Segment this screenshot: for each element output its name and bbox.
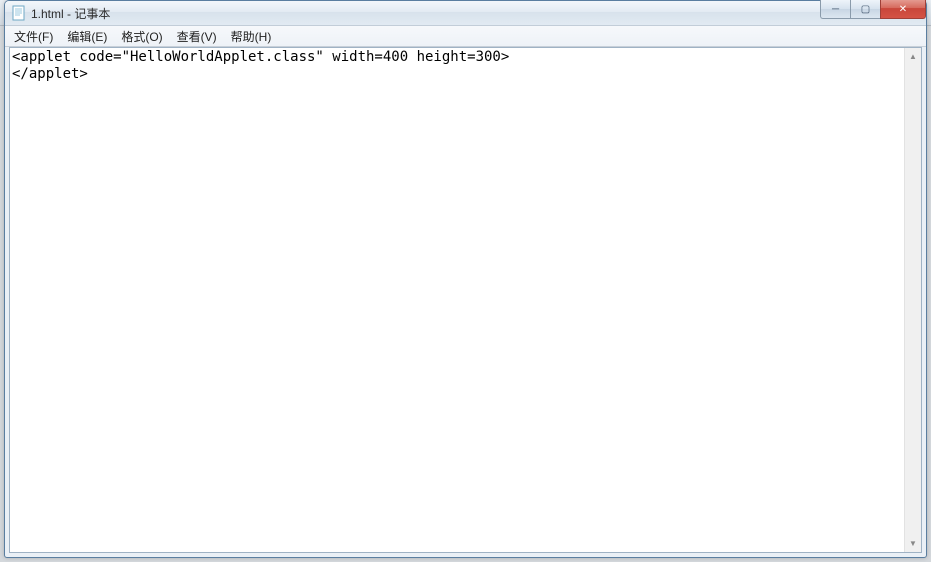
editor-textarea[interactable]: <applet code="HelloWorldApplet.class" wi… <box>10 48 904 552</box>
menubar: 文件(F) 编辑(E) 格式(O) 查看(V) 帮助(H) <box>5 26 926 47</box>
titlebar[interactable]: 1.html - 记事本 ─ ▢ ✕ <box>5 1 926 26</box>
minimize-icon: ─ <box>832 4 839 15</box>
scroll-down-button[interactable]: ▼ <box>905 535 921 552</box>
maximize-icon: ▢ <box>861 4 870 15</box>
menu-help[interactable]: 帮助(H) <box>224 26 279 47</box>
close-icon: ✕ <box>899 4 907 15</box>
maximize-button[interactable]: ▢ <box>850 0 880 19</box>
menu-format[interactable]: 格式(O) <box>114 26 169 47</box>
notepad-icon <box>11 5 27 21</box>
window-controls: ─ ▢ ✕ <box>820 0 926 19</box>
close-button[interactable]: ✕ <box>880 0 926 19</box>
minimize-button[interactable]: ─ <box>820 0 850 19</box>
menu-view[interactable]: 查看(V) <box>170 26 224 47</box>
scroll-track[interactable] <box>905 65 921 535</box>
scroll-up-button[interactable]: ▲ <box>905 48 921 65</box>
vertical-scrollbar[interactable]: ▲ ▼ <box>904 48 921 552</box>
menu-edit[interactable]: 编辑(E) <box>60 26 114 47</box>
menu-file[interactable]: 文件(F) <box>7 26 60 47</box>
notepad-window: 1.html - 记事本 ─ ▢ ✕ 文件(F) 编辑(E) 格式(O) 查看(… <box>4 0 927 558</box>
client-area: <applet code="HelloWorldApplet.class" wi… <box>9 47 922 553</box>
chevron-up-icon: ▲ <box>909 52 917 61</box>
chevron-down-icon: ▼ <box>909 539 917 548</box>
window-title: 1.html - 记事本 <box>31 5 110 22</box>
